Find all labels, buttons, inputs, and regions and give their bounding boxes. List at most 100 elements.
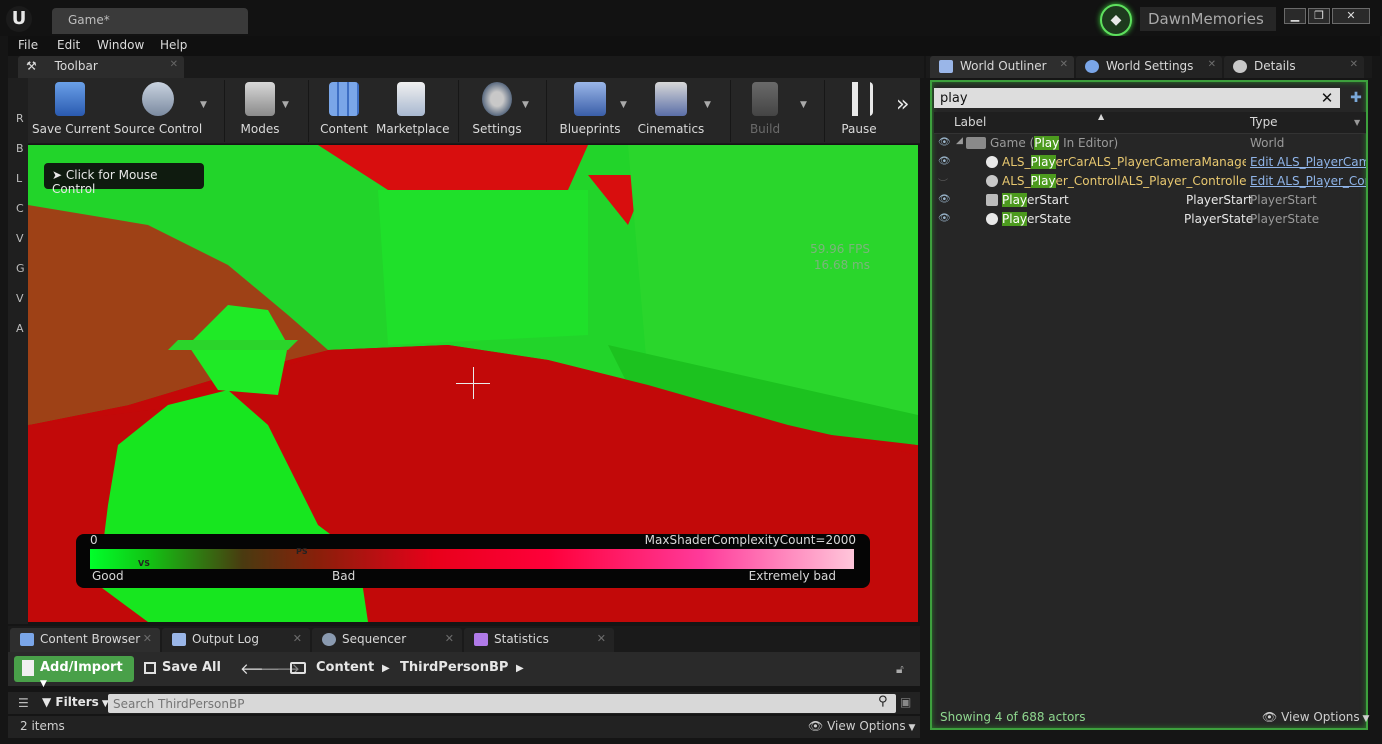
tab-output-log[interactable]: Output Log ✕	[162, 628, 310, 652]
eye-icon: 👁︎	[808, 719, 828, 733]
expand-arrow-icon[interactable]: ◢	[956, 136, 963, 146]
tab-content-browser[interactable]: Content Browser ✕	[10, 628, 160, 652]
marketplace-button[interactable]: Marketplace	[376, 82, 450, 140]
column-label-header[interactable]: Label	[954, 115, 986, 129]
outliner-row-player-start[interactable]: 👁︎ PlayerStart PlayerStart PlayerStart	[934, 191, 1366, 210]
settings-dropdown-icon[interactable]: ▼	[522, 100, 529, 110]
save-all-button[interactable]: Save All	[144, 660, 221, 675]
strip-letter[interactable]: A	[16, 322, 24, 335]
strip-letter[interactable]: G	[16, 262, 25, 275]
strip-letter[interactable]: R	[16, 112, 24, 125]
legend-extremely-bad: Extremely bad	[748, 569, 836, 583]
outliner-row-player-controller[interactable]: ︶ ALS_Player_ControllALS_Player_Controll…	[934, 172, 1366, 191]
close-icon[interactable]: ✕	[1208, 59, 1216, 70]
visibility-eye-icon[interactable]: 👁︎	[938, 156, 952, 167]
tab-toolbar[interactable]: ⚒ Toolbar ✕	[18, 56, 184, 78]
toolbar-tab-icon: ⚒	[26, 59, 41, 73]
view-options-button[interactable]: 👁︎ View Options ▼	[808, 719, 915, 733]
close-button[interactable]: ✕	[1332, 8, 1370, 24]
outliner-row-player-state[interactable]: 👁︎ PlayerState PlayerState PlayerState	[934, 210, 1366, 229]
breadcrumb-expand-icon[interactable]: ▶	[516, 663, 524, 674]
row-class-label: PlayerState	[1184, 212, 1254, 226]
modes-button[interactable]: Modes	[232, 82, 288, 140]
build-button[interactable]: Build	[740, 82, 790, 140]
filters-button[interactable]: ▼ Filters ▼	[42, 695, 109, 709]
cinematics-button[interactable]: Cinematics	[634, 82, 708, 140]
content-search-input[interactable]	[108, 694, 896, 713]
strip-letter[interactable]: C	[16, 202, 24, 215]
mouse-control-hint[interactable]: ➤ Click for Mouse Control	[44, 163, 204, 196]
outliner-row-camera-manager[interactable]: 👁︎ ALS_PlayerCarALS_PlayerCameraManager_…	[934, 153, 1366, 172]
chevron-down-icon: ▼	[40, 679, 47, 689]
strip-letter[interactable]: V	[16, 292, 24, 305]
visibility-eye-icon[interactable]: 👁︎	[938, 137, 952, 148]
view-options-button[interactable]: 👁︎ View Options ▼	[1262, 710, 1369, 724]
cinematics-dropdown-icon[interactable]: ▼	[704, 100, 711, 110]
strip-letter[interactable]: V	[16, 232, 24, 245]
menu-bar: File Edit Window Help	[8, 36, 1380, 56]
close-icon[interactable]: ✕	[143, 632, 152, 645]
close-icon[interactable]: ✕	[1060, 59, 1068, 70]
row-label: Game (Play In Editor)	[990, 136, 1119, 150]
minimize-button[interactable]: ▁	[1284, 8, 1306, 24]
breadcrumb-content[interactable]: Content	[316, 660, 374, 675]
menu-help[interactable]: Help	[160, 38, 187, 52]
chevron-down-icon[interactable]: ▼	[1354, 118, 1360, 127]
sources-toggle-icon[interactable]: ☰	[18, 696, 29, 710]
visibility-eye-icon[interactable]: ︶	[938, 175, 952, 190]
toolbar-overflow-icon[interactable]: »	[896, 92, 909, 117]
save-search-icon[interactable]: ▣	[900, 695, 911, 709]
close-icon[interactable]: ✕	[293, 632, 302, 645]
level-viewport[interactable]: ➤ Click for Mouse Control 59.96 FPS 16.6…	[28, 145, 918, 622]
build-dropdown-icon[interactable]: ▼	[800, 100, 807, 110]
fps-readout: 59.96 FPS 16.68 ms	[800, 241, 870, 273]
clear-search-icon[interactable]: ✕	[1316, 88, 1338, 108]
add-import-button[interactable]: Add/Import ▼	[14, 656, 134, 689]
maximize-button[interactable]: ❐	[1308, 8, 1330, 24]
tab-world-outliner[interactable]: World Outliner ✕	[930, 56, 1074, 78]
outliner-search-input[interactable]	[934, 88, 1340, 108]
folder-icon[interactable]	[290, 662, 306, 674]
blueprints-button[interactable]: Blueprints	[554, 82, 626, 140]
save-current-button[interactable]: Save Current	[32, 82, 110, 140]
edit-blueprint-link[interactable]: Edit ALS_Player_Con	[1250, 174, 1366, 188]
unreal-logo-icon[interactable]: U	[6, 6, 32, 32]
menu-window[interactable]: Window	[97, 38, 144, 52]
column-type-header[interactable]: Type	[1250, 115, 1278, 129]
document-tab[interactable]: Game*	[52, 8, 248, 34]
visibility-eye-icon[interactable]: 👁︎	[938, 194, 952, 205]
breadcrumb-thirdpersonbp[interactable]: ThirdPersonBP	[400, 660, 508, 675]
project-badge: ◆ DawnMemories	[1100, 4, 1276, 36]
menu-file[interactable]: File	[18, 38, 38, 52]
world-outliner-panel: ✕ ✚ Label ▲ Type ▼ 👁︎ ◢ Game (Play In Ed…	[930, 80, 1369, 730]
close-icon[interactable]: ✕	[445, 632, 454, 645]
breadcrumb-separator-icon[interactable]: ▶	[382, 663, 390, 674]
close-icon[interactable]: ✕	[597, 632, 606, 645]
tab-sequencer[interactable]: Sequencer ✕	[312, 628, 462, 652]
project-icon[interactable]: ◆	[1100, 4, 1132, 36]
tab-world-settings[interactable]: World Settings ✕	[1076, 56, 1222, 78]
tab-details[interactable]: Details ✕	[1224, 56, 1364, 78]
strip-letter[interactable]: L	[16, 172, 22, 185]
content-button[interactable]: Content	[316, 82, 372, 140]
visibility-eye-icon[interactable]: 👁︎	[938, 213, 952, 224]
pause-icon	[845, 82, 873, 116]
close-icon[interactable]: ✕	[1350, 59, 1358, 70]
edit-blueprint-link[interactable]: Edit ALS_PlayerCam	[1250, 155, 1366, 169]
add-actor-icon[interactable]: ✚	[1346, 88, 1366, 108]
lock-icon[interactable]: 🔓︎	[896, 662, 904, 677]
tab-statistics[interactable]: Statistics ✕	[464, 628, 614, 652]
strip-letter[interactable]: B	[16, 142, 24, 155]
settings-button[interactable]: Settings	[466, 82, 528, 140]
pause-button[interactable]: Pause	[834, 82, 884, 140]
outliner-row-world[interactable]: 👁︎ ◢ Game (Play In Editor) World	[934, 134, 1366, 153]
close-icon[interactable]: ✕	[170, 59, 178, 70]
blueprints-dropdown-icon[interactable]: ▼	[620, 100, 627, 110]
toolbar-separator	[224, 80, 225, 142]
menu-edit[interactable]: Edit	[57, 38, 80, 52]
search-icon[interactable]: ⚲	[878, 694, 888, 709]
row-type: World	[1250, 136, 1285, 150]
source-control-dropdown-icon[interactable]: ▼	[200, 100, 207, 110]
source-control-button[interactable]: Source Control	[112, 82, 204, 140]
modes-dropdown-icon[interactable]: ▼	[282, 100, 289, 110]
